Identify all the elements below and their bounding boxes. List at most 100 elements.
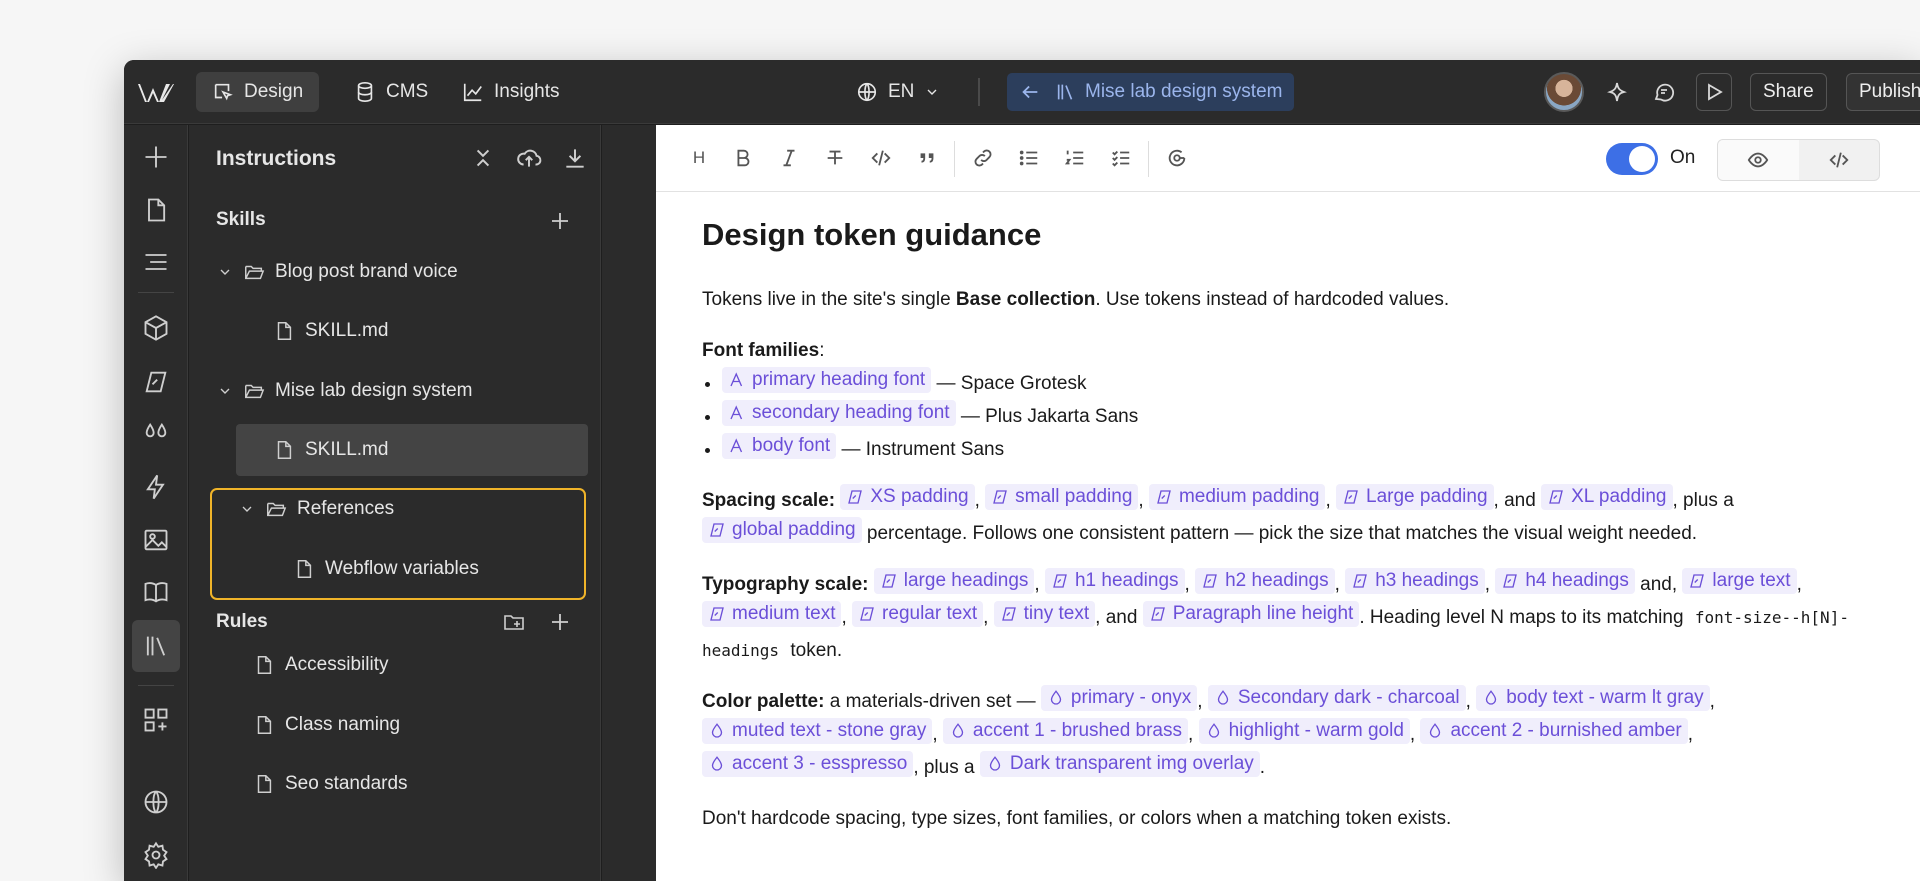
preview-button[interactable] [1696, 73, 1732, 111]
color-token[interactable]: highlight - warm gold [1198, 718, 1410, 744]
color-token[interactable]: accent 2 - burnished amber [1420, 718, 1688, 744]
type-token[interactable]: Paragraph line height [1142, 601, 1360, 627]
type-token[interactable]: large headings [873, 568, 1035, 594]
token-label: body text - warm lt gray [1506, 687, 1704, 708]
upload-cloud-icon[interactable] [516, 145, 542, 171]
chevron-down-icon[interactable] [239, 501, 255, 517]
variables-icon[interactable] [139, 365, 173, 399]
instructions-library-icon[interactable] [132, 620, 180, 672]
skill-file-selected[interactable]: SKILL.md [236, 424, 588, 476]
spacing-token[interactable]: medium padding [1148, 484, 1326, 510]
apps-icon[interactable] [139, 703, 173, 737]
type-token[interactable]: medium text [702, 601, 842, 627]
download-icon[interactable] [562, 145, 588, 171]
font-token[interactable]: primary heading font [722, 367, 932, 393]
panel-title: Instructions [216, 147, 337, 170]
token-label: body font [752, 435, 831, 456]
skill-folder-mise-lab-design-system[interactable]: Mise lab design system [189, 365, 600, 417]
arrow-left-icon[interactable] [1019, 81, 1041, 103]
spacing-token[interactable]: XL padding [1541, 484, 1673, 510]
text: , plus a [1672, 490, 1734, 511]
webflow-logo-icon[interactable] [138, 78, 176, 106]
type-token[interactable]: h1 headings [1044, 568, 1185, 594]
color-token[interactable]: Dark transparent img overlay [979, 751, 1260, 777]
spacing-token[interactable]: Large padding [1336, 484, 1494, 510]
avatar[interactable] [1544, 72, 1584, 112]
type-token[interactable]: regular text [852, 601, 984, 627]
source-mode-button[interactable] [1799, 140, 1880, 180]
font-token[interactable]: secondary heading font [722, 400, 956, 426]
tab-design[interactable]: Design [196, 72, 320, 112]
bullet-list-icon[interactable] [1016, 145, 1042, 171]
numbered-list-icon[interactable] [1062, 145, 1088, 171]
add-icon[interactable] [139, 140, 173, 174]
play-icon [1708, 83, 1723, 101]
navigator-icon[interactable] [139, 245, 173, 279]
styles-drops-icon[interactable] [139, 417, 173, 451]
reference-file[interactable]: Webflow variables [189, 543, 600, 595]
color-token[interactable]: primary - onyx [1040, 685, 1198, 711]
comments-button[interactable] [1649, 77, 1679, 107]
markdown-editor: H On Design token guidance Tokens live i… [656, 125, 1920, 881]
skill-file[interactable]: SKILL.md [189, 305, 600, 357]
type-token[interactable]: h2 headings [1195, 568, 1335, 594]
token-label: tiny text [1023, 603, 1090, 624]
mention-icon[interactable] [1164, 145, 1190, 171]
share-button[interactable]: Share [1750, 73, 1827, 111]
assets-image-icon[interactable] [139, 523, 173, 557]
color-token[interactable]: Secondary dark - charcoal [1207, 685, 1466, 711]
spacing-icon [993, 490, 1008, 504]
type-token[interactable]: h3 headings [1345, 568, 1485, 594]
link-icon[interactable] [970, 145, 996, 171]
chevron-down-icon[interactable] [217, 383, 233, 399]
italic-icon[interactable] [776, 145, 802, 171]
color-token[interactable]: muted text - stone gray [702, 718, 933, 744]
tab-cms[interactable]: CMS [338, 72, 444, 112]
localization-globe-icon[interactable] [139, 785, 173, 819]
type-token[interactable]: h4 headings [1495, 568, 1635, 594]
interactions-bolt-icon[interactable] [139, 470, 173, 504]
folder-open-icon [245, 384, 265, 399]
type-token[interactable]: tiny text [993, 601, 1096, 627]
tab-insights[interactable]: Insights [446, 72, 575, 112]
heading-button[interactable]: H [686, 145, 712, 171]
spacing-icon [860, 607, 874, 621]
docs-book-icon[interactable] [139, 575, 173, 609]
eye-icon [1748, 152, 1769, 168]
folder-references[interactable]: References [189, 483, 600, 535]
page-icon[interactable] [139, 193, 173, 227]
live-toggle[interactable] [1606, 143, 1658, 175]
ai-assistant-button[interactable] [1602, 77, 1632, 107]
rule-item[interactable]: Class naming [189, 699, 600, 751]
breadcrumb[interactable]: Mise lab design system [1007, 73, 1295, 111]
add-folder-icon[interactable] [502, 610, 526, 634]
spacing-token[interactable]: XS padding [840, 484, 975, 510]
add-skill-icon[interactable] [548, 209, 572, 233]
code-icon[interactable] [868, 145, 894, 171]
preview-mode-button[interactable] [1718, 140, 1799, 180]
file-icon [277, 441, 292, 459]
quote-icon[interactable] [914, 145, 940, 171]
color-token[interactable]: accent 1 - brushed brass [942, 718, 1189, 744]
collapse-icon[interactable] [470, 145, 496, 171]
type-token[interactable]: large text [1682, 568, 1797, 594]
color-token[interactable]: accent 3 - esspresso [702, 751, 914, 777]
components-cube-icon[interactable] [139, 311, 173, 345]
rule-item[interactable]: Seo standards [189, 758, 600, 810]
checklist-icon[interactable] [1108, 145, 1134, 171]
settings-gear-icon[interactable] [139, 838, 173, 872]
publish-button[interactable]: Publish [1846, 73, 1920, 111]
skill-folder-blog-post-brand-voice[interactable]: Blog post brand voice [189, 246, 600, 298]
text: . Heading level N maps to its matching [1359, 607, 1684, 628]
color-token[interactable]: body text - warm lt gray [1476, 685, 1710, 711]
strikethrough-icon[interactable] [822, 145, 848, 171]
add-rule-icon[interactable] [548, 610, 572, 634]
chevron-down-icon[interactable] [217, 264, 233, 280]
bold-icon[interactable] [730, 145, 756, 171]
spacing-paragraph: Spacing scale: XS padding, small padding… [702, 484, 1734, 544]
rule-item[interactable]: Accessibility [189, 639, 600, 691]
font-token[interactable]: body font [722, 433, 837, 459]
spacing-token[interactable]: small padding [985, 484, 1139, 510]
spacing-token[interactable]: global padding [702, 517, 862, 543]
language-selector[interactable]: EN [840, 72, 956, 112]
